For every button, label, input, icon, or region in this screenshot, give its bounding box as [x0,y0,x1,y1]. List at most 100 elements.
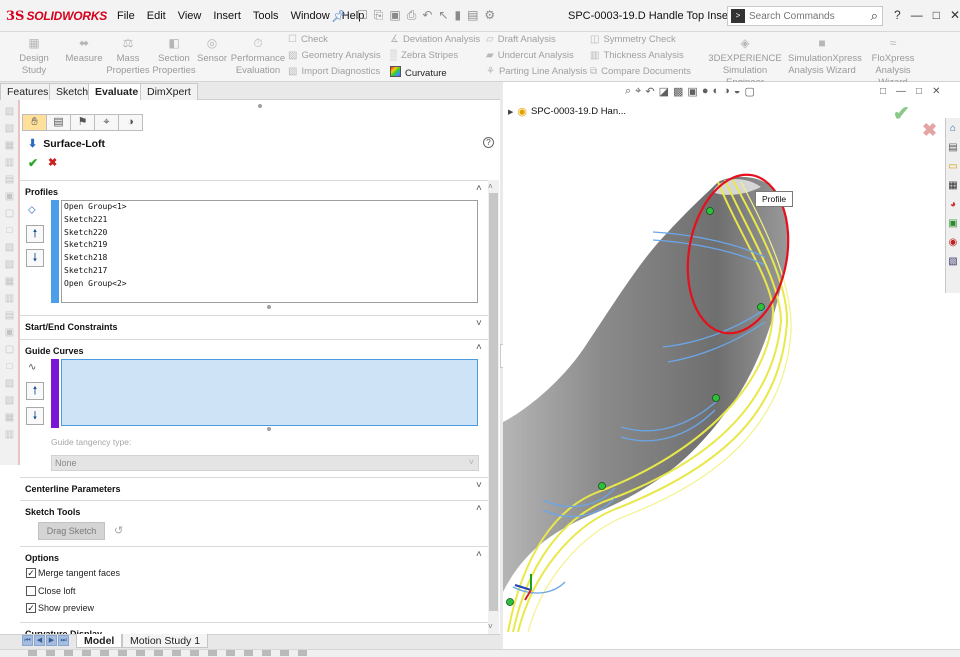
tab-evaluate[interactable]: Evaluate [88,83,146,100]
menu-view[interactable]: View [178,10,202,22]
list-item[interactable]: Sketch217 [62,265,477,278]
apply-scene-icon[interactable]: ◒ [734,85,741,98]
print-icon[interactable]: ⎙ [407,8,417,23]
parting-line-analysis-button[interactable]: ⚘ Parting Line Analysis [486,66,587,77]
collapse-chevron-icon[interactable]: ˄ [476,342,482,353]
zoom-area-icon[interactable]: ⌖ [635,85,641,98]
view-palette-icon[interactable]: ▦ [947,180,959,192]
collapse-handle[interactable] [258,104,262,108]
guide-point[interactable] [598,482,606,490]
home-icon[interactable]: ⌂ [947,123,959,135]
appearances-icon[interactable]: ◕ [947,199,959,211]
merge-tangent-faces-checkbox[interactable]: ✓ Merge tangent faces [26,568,120,578]
collapse-chevron-icon[interactable]: ˄ [476,503,482,514]
guide-point[interactable] [712,394,720,402]
minimize-icon[interactable]: — [911,8,923,22]
hide-show-items-icon[interactable]: ◐ [712,85,719,98]
scroll-up-icon[interactable]: ˄ [488,182,493,191]
menu-file[interactable]: File [117,10,135,22]
collapse-chevron-icon[interactable]: ˄ [476,549,482,560]
3d-model-view[interactable] [503,82,945,649]
mass-properties-button[interactable]: ⚖ Mass Properties [105,37,151,77]
strip-icon-13[interactable]: ▤ [4,310,16,321]
performance-evaluation-button[interactable]: ⏱︎ Performance Evaluation [230,37,286,77]
start-end-constraints-section[interactable]: Start/End Constraints ˅ [20,315,490,339]
guide-point[interactable] [706,207,714,215]
checkbox-checked[interactable]: ✓ [26,568,36,578]
view-settings-icon[interactable]: ▢ [744,85,754,98]
centerline-parameters-section[interactable]: Centerline Parameters ˅ [20,477,490,500]
strip-icon-20[interactable]: ▥ [4,429,16,440]
strip-icon-15[interactable]: ▢ [4,344,16,355]
strip-icon-2[interactable]: ▧ [4,123,16,134]
new-document-icon[interactable]: ☐ [357,8,368,23]
move-down-button[interactable]: 🠗︎ [26,407,44,425]
expand-arrow-icon[interactable]: ▶ [508,108,513,116]
list-item[interactable]: Open Group<2> [62,278,477,291]
first-tab-icon[interactable]: ⏮︎ [22,635,33,646]
symmetry-check-button[interactable]: ◫ Symmetry Check [590,34,676,45]
minimize-viewport-icon[interactable]: — [896,86,906,97]
menu-edit[interactable]: Edit [147,10,166,22]
next-tab-icon[interactable]: ▶︎ [46,635,57,646]
close-loft-checkbox[interactable]: Close loft [26,586,76,596]
strip-icon-1[interactable]: ▨ [4,106,16,117]
section-properties-button[interactable]: ◧ Section Properties [152,37,196,77]
compare-documents-button[interactable]: ⧉ Compare Documents [590,66,691,77]
zoom-to-fit-icon[interactable]: ⌕ [625,85,631,98]
previous-view-icon[interactable]: ↶ [645,85,654,98]
expand-chevron-icon[interactable]: ˅ [476,318,482,329]
pin-menu-icon[interactable]: 📌︎ [331,9,346,23]
list-item[interactable]: Open Group<1> [62,201,477,214]
guide-curves-list[interactable] [61,359,478,426]
open-icon[interactable]: ⎘ [374,8,384,23]
search-commands-box[interactable]: > ⌕ [727,6,883,26]
scrollbar-thumb[interactable] [489,193,498,611]
list-item[interactable]: Sketch218 [62,252,477,265]
thickness-analysis-button[interactable]: ▥ Thickness Analysis [590,50,684,61]
resize-handle[interactable] [267,427,271,431]
guide-point[interactable] [506,598,514,606]
display-style-icon[interactable]: ● [702,85,709,98]
search-input[interactable] [749,10,861,22]
menu-window[interactable]: Window [291,10,330,22]
file-explorer-icon[interactable]: ▭ [947,161,959,173]
prev-tab-icon[interactable]: ◀︎ [34,635,45,646]
feature-manager-tab-icon[interactable]: ✋︎ [22,114,47,131]
collapse-chevron-icon[interactable]: ˄ [476,183,482,194]
save-icon[interactable]: ▣ [389,8,400,23]
cancel-x-icon[interactable]: ✖ [48,156,57,169]
geometry-analysis-button[interactable]: ▨ Geometry Analysis [288,50,381,61]
strip-icon-19[interactable]: ▦ [4,412,16,423]
resources-icon[interactable]: ▤ [947,142,959,154]
close-icon[interactable]: ✕ [950,8,960,22]
tab-model[interactable]: Model [76,634,123,648]
curvature-button[interactable]: Curvature [390,66,447,79]
guide-point[interactable] [757,303,765,311]
strip-icon-18[interactable]: ▧ [4,395,16,406]
strip-icon-5[interactable]: ▤ [4,174,16,185]
strip-icon-7[interactable]: ▢ [4,208,16,219]
drag-sketch-button[interactable]: Drag Sketch [38,522,105,540]
property-manager-tab-icon[interactable]: ▤ [46,114,71,131]
list-item[interactable]: Sketch219 [62,239,477,252]
scroll-down-icon[interactable]: ˅ [488,622,493,631]
draft-analysis-button[interactable]: ▱ Draft Analysis [486,34,556,45]
list-item[interactable]: Sketch221 [62,214,477,227]
strip-icon-10[interactable]: ▧ [4,259,16,270]
solidworks-logo[interactable]: 3S SOLIDWORKS [6,8,107,24]
select-icon[interactable]: ↖ [438,8,448,23]
close-viewport-icon[interactable]: ✕ [932,86,940,97]
profiles-list[interactable]: Open Group<1> Sketch221 Sketch220 Sketch… [61,200,478,303]
strip-icon-14[interactable]: ▣ [4,327,16,338]
strip-icon-11[interactable]: ▦ [4,276,16,287]
strip-icon-4[interactable]: ▥ [4,157,16,168]
search-icon[interactable]: ⌕ [871,8,878,24]
show-preview-checkbox[interactable]: ✓ Show preview [26,603,94,613]
dynamic-annotation-icon[interactable]: ▩ [673,85,683,98]
import-diagnostics-button[interactable]: ▧ Import Diagnostics [288,66,380,77]
custom-properties-icon[interactable]: ▣ [947,218,959,230]
checkbox-unchecked[interactable] [26,586,36,596]
list-item[interactable]: Sketch220 [62,227,477,240]
confirm-ok-icon[interactable]: ✔ [893,101,910,126]
